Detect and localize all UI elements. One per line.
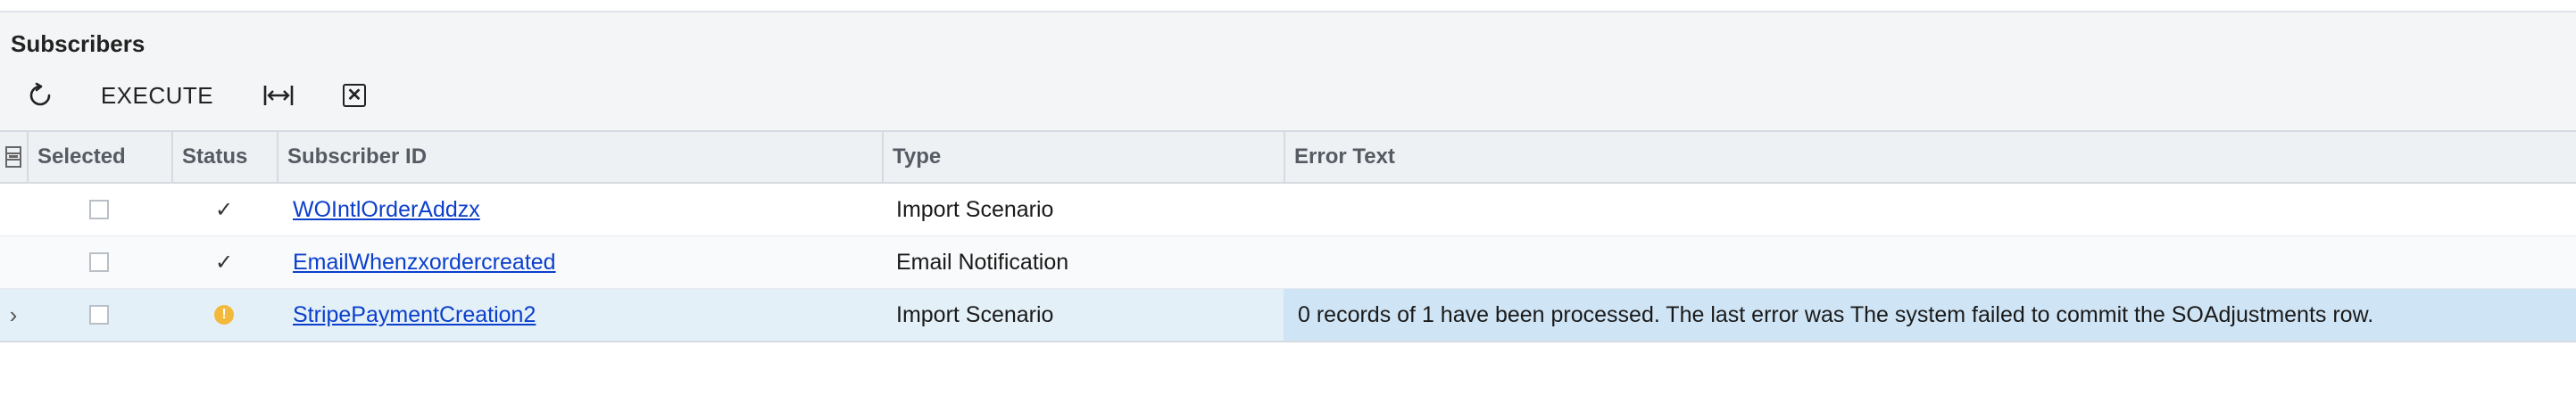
current-row-chevron-icon: › [9,301,18,328]
error-text-cell [1284,184,2576,235]
error-text-cell: 0 records of 1 have been processed. The … [1284,289,2576,341]
status-ok-icon: ✓ [214,250,234,275]
selected-checkbox[interactable] [89,305,109,325]
row-indicator [0,236,27,288]
refresh-button[interactable] [21,75,59,116]
column-header-subscriber-id[interactable]: Subscriber ID [277,132,882,182]
subscribers-grid: Selected Status Subscriber ID Type Error… [0,130,2576,342]
type-cell: Email Notification [896,249,1069,275]
subscriber-id-link[interactable]: EmailWhenzxordercreated [293,250,556,276]
selected-checkbox[interactable] [89,252,109,272]
refresh-icon [29,82,51,106]
error-text-cell [1284,236,2576,288]
type-cell: Import Scenario [896,301,1054,327]
grid-header: Selected Status Subscriber ID Type Error… [0,130,2576,184]
column-header-type[interactable]: Type [882,132,1284,182]
subscriber-id-link[interactable]: StripePaymentCreation2 [293,302,536,328]
selected-checkbox[interactable] [89,200,109,219]
column-header-status[interactable]: Status [171,132,277,182]
table-row[interactable]: ✓ EmailWhenzxordercreated Email Notifica… [0,236,2576,289]
subscriber-id-link[interactable]: WOIntlOrderAddzx [293,197,480,223]
row-indicator [0,184,27,235]
export-excel-button[interactable]: ✕ [334,75,375,116]
status-warning-icon: ! [214,305,234,325]
column-header-selected[interactable]: Selected [27,132,171,182]
fit-columns-button[interactable] [257,75,300,116]
column-settings-icon [5,146,21,168]
toolbar: EXECUTE ✕ [0,75,536,116]
fit-columns-icon [263,86,294,105]
table-row[interactable]: › ! StripePaymentCreation2 Import Scenar… [0,289,2576,342]
section-title: Subscribers [11,30,145,57]
column-header-error-text[interactable]: Error Text [1284,132,2576,182]
page: Subscribers EXECUTE ✕ Selected Status Su… [0,0,2576,412]
export-excel-icon: ✕ [343,84,366,107]
status-ok-icon: ✓ [214,197,234,222]
execute-button[interactable]: EXECUTE [95,75,220,116]
column-settings-button[interactable] [0,132,27,182]
table-row[interactable]: ✓ WOIntlOrderAddzx Import Scenario [0,184,2576,236]
type-cell: Import Scenario [896,196,1054,222]
